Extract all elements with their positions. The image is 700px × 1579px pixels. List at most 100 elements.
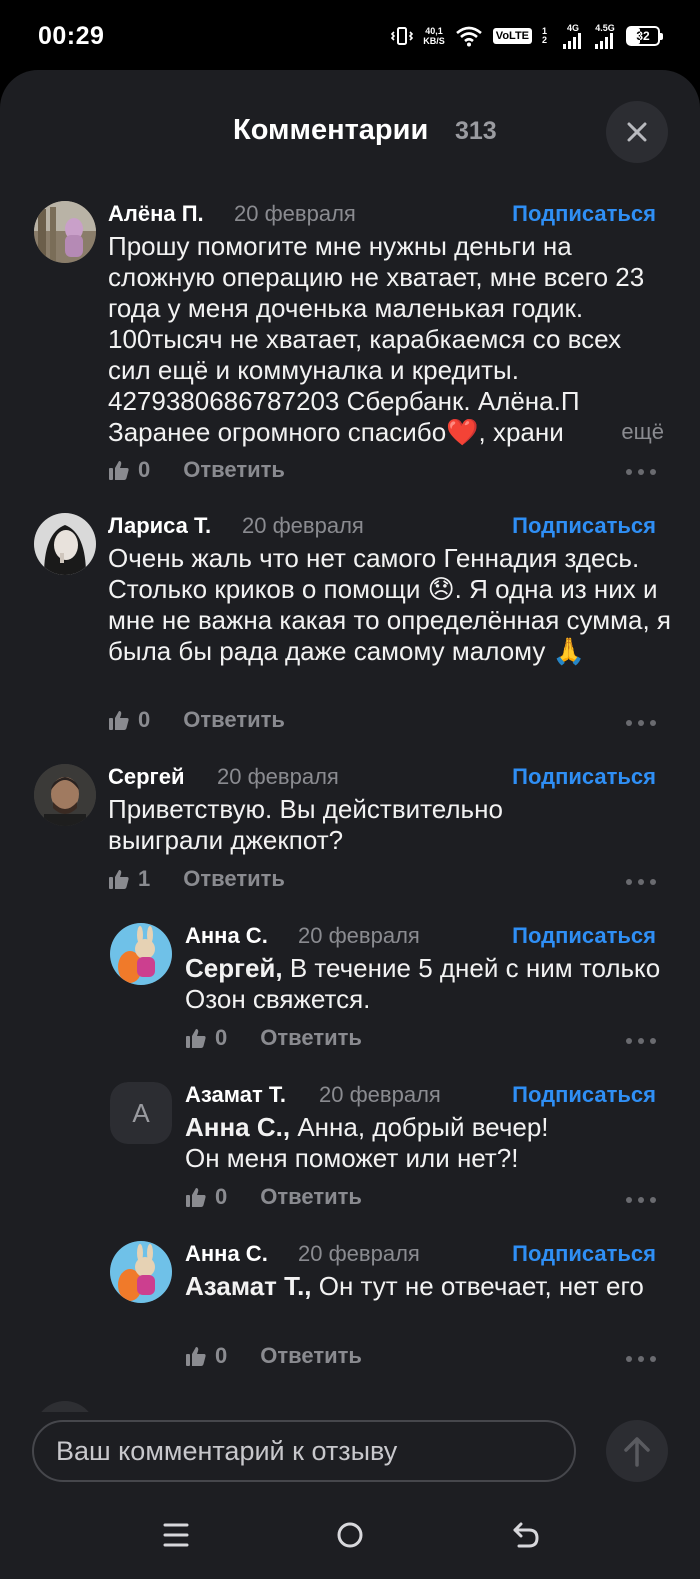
comments-list[interactable]: Алёна П. 20 февраля Подписаться Прошу по… [0, 195, 700, 1412]
mention[interactable]: Азамат Т., [185, 1271, 312, 1301]
status-bar: 00:29 40,1 KB/S VoLTE 1 2 4G 4.5G 32 [0, 0, 700, 72]
like-button[interactable]: 1 [108, 866, 150, 892]
subscribe-button[interactable]: Подписаться [512, 764, 656, 790]
comment-date: 20 февраля [319, 1082, 441, 1107]
thumbs-up-icon [109, 870, 129, 889]
comment-author[interactable]: Анна С. [185, 923, 268, 949]
reply-item: А Азамат Т. 20 февраля Подписаться Анна … [0, 1082, 700, 1232]
thumbs-up-icon [109, 461, 129, 480]
status-time: 00:29 [38, 22, 105, 50]
more-options-icon[interactable] [626, 457, 656, 487]
comment-date: 20 февраля [242, 513, 364, 538]
thumbs-up-icon [186, 1347, 206, 1366]
subscribe-button[interactable]: Подписаться [512, 513, 656, 539]
net-speed-unit: KB/S [423, 36, 445, 46]
subscribe-button[interactable]: Подписаться [512, 1082, 656, 1108]
comment-actions: 0 Ответить [108, 455, 285, 485]
comment-author[interactable]: Алёна П. [108, 201, 204, 227]
comment-author[interactable]: Анна С. [185, 1241, 268, 1267]
avatar[interactable]: А [110, 1082, 172, 1144]
show-more-link[interactable]: ещё [581, 419, 664, 445]
close-button[interactable] [606, 101, 668, 163]
more-options-icon[interactable] [626, 1026, 656, 1056]
comment-text: Азамат Т., Он тут не отвечает, нет его [185, 1271, 644, 1301]
comment-input[interactable] [32, 1420, 576, 1482]
comment-date: 20 февраля [298, 1241, 420, 1266]
like-button[interactable]: 0 [185, 1343, 227, 1369]
avatar[interactable] [34, 201, 96, 263]
like-count: 0 [215, 1343, 228, 1368]
signal-icon: 4G [562, 22, 584, 49]
comment-text: Сергей, В течение 5 дней с ним только Оз… [185, 953, 661, 1014]
comment-text: Очень жаль что нет самого Геннадия здесь… [108, 543, 671, 666]
comment-date: 20 февраля [217, 764, 339, 789]
net-speed-value: 40,1 [425, 26, 443, 36]
avatar[interactable] [34, 764, 96, 826]
volte-badge: VoLTE [492, 28, 532, 44]
comments-sheet: Комментарии 313 Алёна П. 20 февраля Подп… [0, 70, 700, 1579]
comment-actions: 0 Ответить [185, 1182, 362, 1212]
back-icon[interactable] [506, 1515, 546, 1555]
mention[interactable]: Сергей, [185, 953, 283, 983]
reply-button[interactable]: Ответить [183, 457, 285, 483]
wifi-icon [455, 25, 483, 47]
vibrate-icon [391, 25, 414, 47]
signal2-label: 4.5G [595, 22, 615, 33]
volte-sims: 1 2 [542, 26, 548, 45]
comment-text: Приветствую. Вы действительно выиграли д… [108, 794, 503, 855]
reply-button[interactable]: Ответить [183, 866, 285, 892]
comment-date: 20 февраля [234, 201, 356, 226]
menu-icon[interactable] [156, 1515, 196, 1555]
more-options-icon[interactable] [626, 867, 656, 897]
more-options-icon[interactable] [626, 1185, 656, 1215]
like-count: 1 [138, 866, 151, 891]
battery-icon: 32 [626, 26, 663, 46]
reply-button[interactable]: Ответить [260, 1025, 362, 1051]
home-icon[interactable] [330, 1515, 370, 1555]
more-options-icon[interactable] [626, 1344, 656, 1374]
subscribe-button[interactable]: Подписаться [512, 201, 656, 227]
comment-input-bar [0, 1412, 700, 1497]
mention[interactable]: Анна С., [185, 1112, 290, 1142]
net-speed: 40,1 KB/S [423, 26, 445, 46]
more-options-icon[interactable] [626, 708, 656, 738]
comment-actions: 0 Ответить [185, 1023, 362, 1053]
comment-text: Анна С., Анна, добрый вечер! Он меня пом… [185, 1112, 549, 1173]
signal-icon: 4.5G [594, 22, 616, 49]
send-button[interactable] [606, 1420, 668, 1482]
subscribe-button[interactable]: Подписаться [512, 923, 656, 949]
like-count: 0 [138, 457, 151, 482]
avatar-letter: А [110, 1082, 172, 1144]
avatar[interactable] [34, 513, 96, 575]
like-count: 0 [215, 1025, 228, 1050]
comment-author[interactable]: Сергей [108, 764, 184, 790]
comment-item: Сергей 20 февраля Подписаться Приветству… [0, 764, 700, 914]
reply-button[interactable]: Ответить [260, 1184, 362, 1210]
close-icon [627, 122, 647, 142]
signal1-label: 4G [566, 22, 579, 33]
like-count: 0 [215, 1184, 228, 1209]
avatar[interactable] [110, 1241, 172, 1303]
thumbs-up-icon [186, 1029, 206, 1048]
comment-author[interactable]: Азамат Т. [185, 1082, 286, 1108]
like-button[interactable]: 0 [108, 707, 150, 733]
subscribe-button[interactable]: Подписаться [512, 1241, 656, 1267]
like-count: 0 [138, 707, 151, 732]
like-button[interactable]: 0 [185, 1025, 227, 1051]
avatar [34, 1401, 96, 1412]
comment-actions: 1 Ответить [108, 864, 285, 894]
comment-date: 20 февраля [298, 923, 420, 948]
like-button[interactable]: 0 [108, 457, 150, 483]
avatar[interactable] [110, 923, 172, 985]
comments-count: 313 [455, 117, 497, 145]
reply-item: Анна С. 20 февраля Подписаться Азамат Т.… [0, 1241, 700, 1391]
like-button[interactable]: 0 [185, 1184, 227, 1210]
sheet-title: Комментарии [233, 114, 429, 146]
status-icons: 40,1 KB/S VoLTE 1 2 4G 4.5G 32 [391, 22, 663, 50]
system-nav-bar [0, 1497, 700, 1579]
reply-button[interactable]: Ответить [183, 707, 285, 733]
comment-author[interactable]: Лариса Т. [108, 513, 211, 539]
reply-button[interactable]: Ответить [260, 1343, 362, 1369]
comment-actions: 0 Ответить [185, 1341, 362, 1371]
comment-item: Лариса Т. 20 февраля Подписаться Очень ж… [0, 513, 700, 753]
